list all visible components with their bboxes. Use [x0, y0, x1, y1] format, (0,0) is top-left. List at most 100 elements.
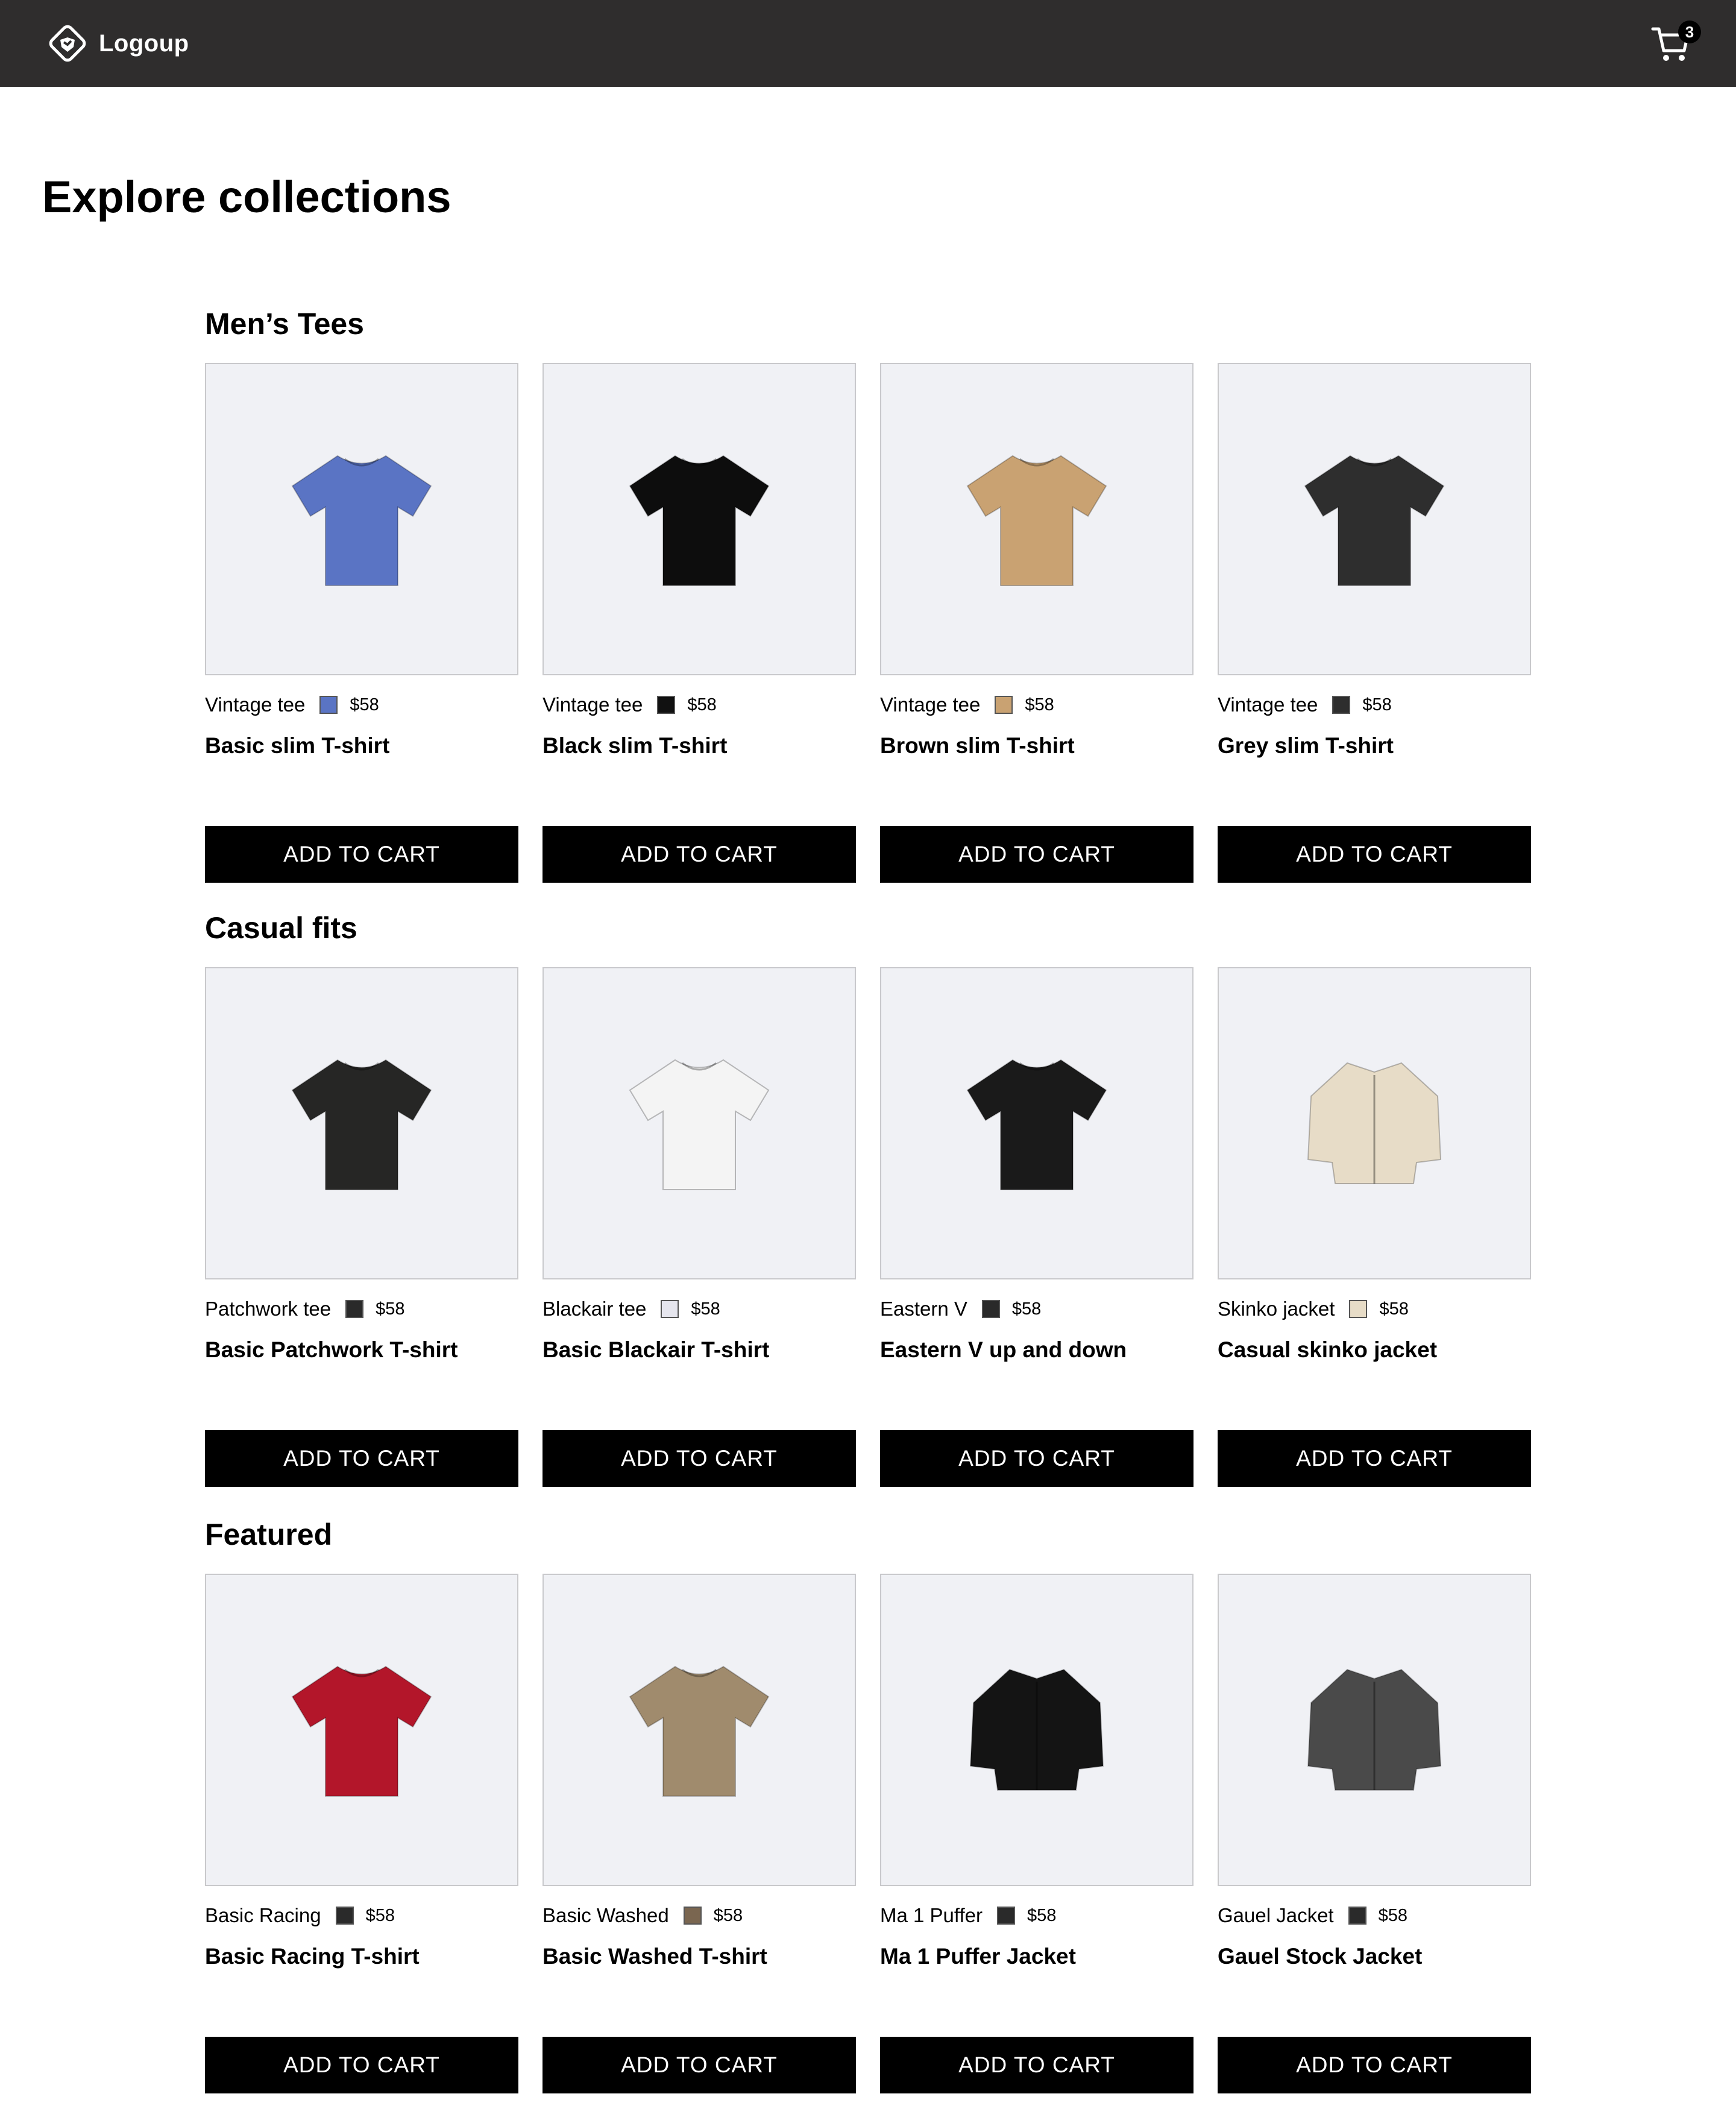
tshirt-image [291, 455, 432, 586]
product-image[interactable] [205, 363, 518, 675]
jacket-image [1307, 1062, 1442, 1184]
color-swatch[interactable] [657, 696, 676, 714]
tshirt-image [966, 455, 1107, 586]
product-card: Vintage tee $58 Black slim T-shirt ADD TO C… [542, 363, 856, 883]
color-swatch[interactable] [661, 1300, 679, 1318]
product-card: Vintage tee $58 Brown slim T-shirt ADD TO C… [880, 363, 1194, 883]
color-swatch[interactable] [996, 1907, 1015, 1925]
add-to-cart-button[interactable]: ADD TO CART [542, 1430, 856, 1487]
product-name[interactable]: Basic Patchwork T-shirt [205, 1337, 458, 1363]
product-price: $58 [1027, 1905, 1057, 1925]
color-swatch[interactable] [683, 1907, 702, 1925]
product-card: Ma 1 Puffer $58 Ma 1 Puffer Jacket ADD TO C… [880, 1574, 1194, 2093]
product-price: $58 [376, 1299, 405, 1319]
product-image[interactable] [880, 363, 1194, 675]
color-swatch[interactable] [319, 696, 338, 714]
product-name[interactable]: Basic Blackair T-shirt [542, 1337, 769, 1363]
add-to-cart-button[interactable]: ADD TO CART [542, 826, 856, 883]
color-swatch[interactable] [995, 696, 1013, 714]
product-meta: Skinko jacket $58 [1218, 1298, 1531, 1320]
jacket-image [1307, 1668, 1442, 1791]
product-price: $58 [365, 1905, 395, 1925]
tshirt-image [966, 1059, 1107, 1190]
product-meta: Blackair tee $58 [542, 1298, 856, 1320]
product-meta: Vintage tee $58 [205, 693, 518, 716]
product-price: $58 [350, 695, 379, 714]
section-title: Casual fits [205, 911, 357, 945]
product-name[interactable]: Black slim T-shirt [542, 733, 727, 759]
product-price: $58 [687, 695, 717, 714]
color-swatch[interactable] [345, 1300, 364, 1318]
product-price: $58 [713, 1905, 743, 1925]
color-swatch[interactable] [1349, 1300, 1368, 1318]
product-category: Vintage tee [205, 693, 306, 716]
product-meta: Basic Washed $58 [542, 1904, 856, 1927]
product-meta: Gauel Jacket $58 [1218, 1904, 1531, 1927]
add-to-cart-button[interactable]: ADD TO CART [1218, 1430, 1531, 1487]
product-image[interactable] [1218, 1574, 1531, 1886]
product-grid: Basic Racing $58 Basic Racing T-shirt ADD T… [205, 1574, 1531, 2093]
product-card: Vintage tee $58 Grey slim T-shirt ADD TO CA… [1218, 363, 1531, 883]
product-category: Basic Racing [205, 1904, 321, 1926]
product-card: Vintage tee $58 Basic slim T-shirt ADD TO C… [205, 363, 518, 883]
add-to-cart-button[interactable]: ADD TO CART [1218, 826, 1531, 883]
tshirt-image [1304, 455, 1445, 586]
product-category: Eastern V [880, 1298, 967, 1320]
product-meta: Vintage tee $58 [542, 693, 856, 716]
product-name[interactable]: Gauel Stock Jacket [1218, 1944, 1422, 1969]
product-image[interactable] [542, 967, 856, 1279]
color-swatch[interactable] [1348, 1907, 1366, 1925]
product-category: Vintage tee [880, 693, 981, 716]
product-image[interactable] [205, 967, 518, 1279]
product-card: Gauel Jacket $58 Gauel Stock Jacket ADD TO … [1218, 1574, 1531, 2093]
jacket-image [969, 1668, 1104, 1791]
add-to-cart-button[interactable]: ADD TO CART [542, 2037, 856, 2093]
color-swatch[interactable] [335, 1907, 354, 1925]
product-name[interactable]: Basic Washed T-shirt [542, 1944, 767, 1969]
product-name[interactable]: Grey slim T-shirt [1218, 733, 1394, 759]
product-category: Patchwork tee [205, 1298, 332, 1320]
section-title: Men’s Tees [205, 307, 364, 341]
product-image[interactable] [205, 1574, 518, 1886]
product-name[interactable]: Casual skinko jacket [1218, 1337, 1437, 1363]
product-price: $58 [1379, 1299, 1409, 1319]
cart-button[interactable]: 3 [1650, 21, 1701, 69]
product-image[interactable] [1218, 967, 1531, 1279]
add-to-cart-button[interactable]: ADD TO CART [1218, 2037, 1531, 2093]
tshirt-image [629, 455, 770, 586]
product-image[interactable] [542, 1574, 856, 1886]
add-to-cart-button[interactable]: ADD TO CART [880, 1430, 1194, 1487]
product-price: $58 [1378, 1905, 1407, 1925]
product-name[interactable]: Brown slim T-shirt [880, 733, 1075, 759]
product-image[interactable] [880, 967, 1194, 1279]
product-grid: Vintage tee $58 Basic slim T-shirt ADD TO C… [205, 363, 1531, 883]
add-to-cart-button[interactable]: ADD TO CART [205, 826, 518, 883]
add-to-cart-button[interactable]: ADD TO CART [205, 1430, 518, 1487]
product-name[interactable]: Ma 1 Puffer Jacket [880, 1944, 1076, 1969]
tshirt-image [291, 1059, 432, 1190]
product-price: $58 [1362, 695, 1392, 714]
product-name[interactable]: Basic Racing T-shirt [205, 1944, 420, 1969]
product-name[interactable]: Basic slim T-shirt [205, 733, 389, 759]
product-card: Skinko jacket $58 Casual skinko jacket ADD … [1218, 967, 1531, 1487]
product-image[interactable] [542, 363, 856, 675]
product-category: Vintage tee [1218, 693, 1318, 716]
color-swatch[interactable] [981, 1300, 1000, 1318]
logo-icon [49, 25, 86, 62]
page-title: Explore collections [42, 172, 451, 222]
add-to-cart-button[interactable]: ADD TO CART [880, 826, 1194, 883]
product-image[interactable] [1218, 363, 1531, 675]
product-image[interactable] [880, 1574, 1194, 1886]
product-card: Blackair tee $58 Basic Blackair T-shirt ADD… [542, 967, 856, 1487]
product-name[interactable]: Eastern V up and down [880, 1337, 1127, 1363]
brand-logo[interactable]: Logoup [46, 22, 189, 65]
product-meta: Ma 1 Puffer $58 [880, 1904, 1194, 1927]
product-meta: Eastern V $58 [880, 1298, 1194, 1320]
color-swatch[interactable] [1332, 696, 1351, 714]
product-category: Ma 1 Puffer [880, 1904, 983, 1926]
product-category: Blackair tee [542, 1298, 647, 1320]
product-meta: Vintage tee $58 [1218, 693, 1531, 716]
add-to-cart-button[interactable]: ADD TO CART [880, 2037, 1194, 2093]
product-price: $58 [691, 1299, 720, 1319]
add-to-cart-button[interactable]: ADD TO CART [205, 2037, 518, 2093]
